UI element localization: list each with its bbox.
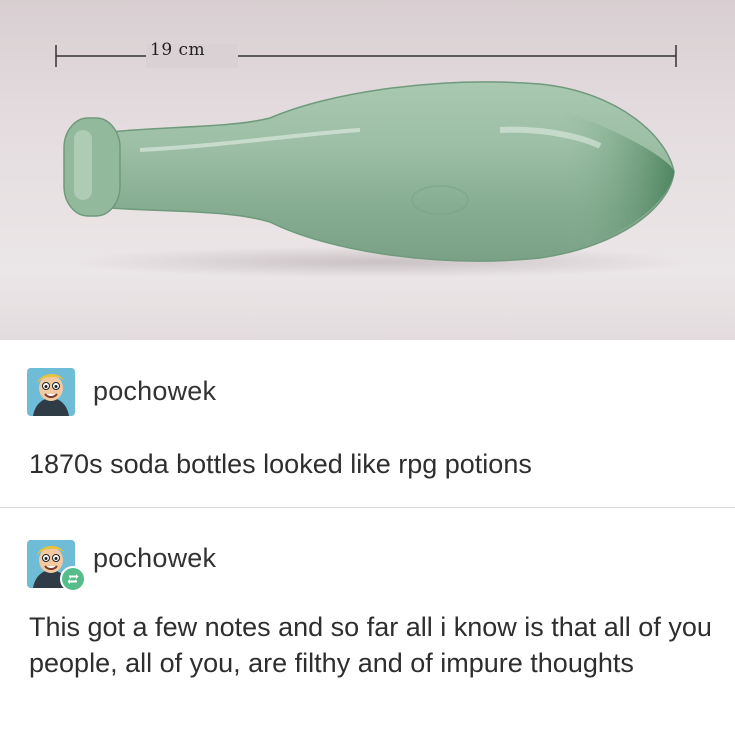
cartoon-avatar-icon <box>27 368 75 416</box>
bottle <box>63 81 675 262</box>
post-reblog: pochowek This got a few notes and so far… <box>0 508 735 753</box>
bottle-photo: 19 cm <box>0 0 735 340</box>
post-body-text: This got a few notes and so far all i kn… <box>29 612 712 678</box>
measurement-label: 19 cm <box>150 40 206 60</box>
bottle-illustration <box>55 44 690 278</box>
reblog-icon <box>60 566 86 592</box>
measurement-line <box>55 44 677 68</box>
username[interactable]: pochowek <box>93 376 216 407</box>
post-original: pochowek 1870s soda bottles looked like … <box>0 340 735 507</box>
username[interactable]: pochowek <box>93 543 216 574</box>
avatar[interactable] <box>27 368 75 416</box>
post-body-text: 1870s soda bottles looked like rpg potio… <box>29 449 532 479</box>
